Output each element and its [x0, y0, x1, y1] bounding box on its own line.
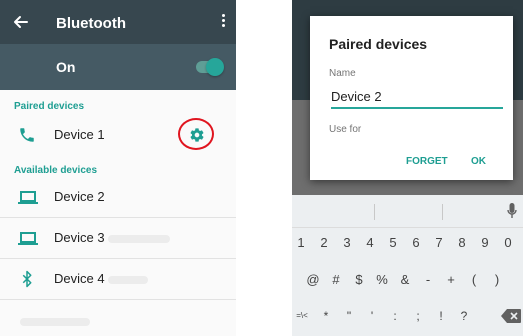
key[interactable]: %	[371, 265, 393, 295]
backspace-icon[interactable]	[501, 309, 521, 328]
key[interactable]: &	[394, 265, 416, 295]
key[interactable]: 5	[382, 228, 404, 258]
key[interactable]: )	[486, 265, 508, 295]
paired-devices-header: Paired devices	[14, 101, 85, 112]
key[interactable]: 2	[313, 228, 335, 258]
switch-knob	[206, 58, 224, 76]
key[interactable]: ;	[407, 301, 429, 331]
key[interactable]: 3	[336, 228, 358, 258]
available-devices-header: Available devices	[14, 165, 98, 176]
key[interactable]: $	[348, 265, 370, 295]
redacted-text	[108, 276, 148, 284]
key[interactable]: #	[325, 265, 347, 295]
divider	[0, 258, 236, 259]
available-device-row[interactable]: Device 3	[0, 219, 236, 257]
device-name-field[interactable]: Device 2	[331, 89, 503, 109]
bluetooth-toggle-bar[interactable]: On	[0, 44, 236, 90]
key[interactable]: 6	[405, 228, 427, 258]
use-for-label: Use for	[329, 124, 362, 135]
key[interactable]: ?	[453, 301, 475, 331]
divider	[0, 217, 236, 218]
key[interactable]: '	[361, 301, 383, 331]
key[interactable]: (	[463, 265, 485, 295]
gear-icon	[190, 128, 204, 142]
laptop-icon	[18, 188, 38, 206]
bluetooth-settings-screen: Bluetooth On Paired devices Device 1 Ava…	[0, 0, 236, 336]
keyboard: 1 2 3 4 5 6 7 8 9 0 @ # $ % & - + ( ) =\…	[292, 195, 523, 336]
available-device-row[interactable]: Device 4	[0, 260, 236, 298]
laptop-icon	[18, 229, 38, 247]
page-title: Bluetooth	[56, 15, 126, 32]
device-name: Device 1	[54, 127, 105, 142]
keyboard-row-symbols: @ # $ % & - + ( )	[292, 265, 523, 295]
device-name: Device 2	[54, 189, 105, 204]
key[interactable]: 1	[292, 228, 312, 258]
key[interactable]: "	[338, 301, 360, 331]
redacted-text	[108, 235, 170, 243]
key[interactable]: -	[417, 265, 439, 295]
key[interactable]: 4	[359, 228, 381, 258]
key[interactable]: @	[302, 265, 324, 295]
key[interactable]: :	[384, 301, 406, 331]
key[interactable]: +	[440, 265, 462, 295]
key[interactable]: 9	[474, 228, 496, 258]
name-label: Name	[329, 68, 356, 79]
bluetooth-icon	[18, 270, 38, 288]
divider	[442, 204, 443, 220]
mic-icon[interactable]	[507, 203, 517, 224]
redacted-text	[20, 318, 90, 326]
key[interactable]: 7	[428, 228, 450, 258]
more-vert-icon[interactable]	[220, 14, 226, 30]
device-name: Device 4	[54, 271, 105, 286]
key[interactable]: 0	[497, 228, 519, 258]
device-settings-button[interactable]	[178, 118, 214, 150]
paired-device-dialog: Paired devices Name Device 2 Use for FOR…	[310, 16, 513, 180]
bluetooth-switch[interactable]	[196, 58, 224, 76]
divider	[374, 204, 375, 220]
ok-button[interactable]: OK	[471, 156, 486, 167]
suggestion-strip	[292, 195, 523, 228]
arrow-left-icon[interactable]	[10, 11, 32, 33]
key[interactable]: !	[430, 301, 452, 331]
dialog-title: Paired devices	[329, 36, 428, 52]
phone-icon	[18, 126, 38, 144]
forget-button[interactable]: FORGET	[406, 156, 448, 167]
available-device-row[interactable]: Device 2	[0, 178, 236, 216]
keyboard-row-symbols-2: =\< * " ' : ; ! ?	[292, 301, 523, 331]
rename-device-screen: Paired devices Name Device 2 Use for FOR…	[292, 0, 523, 336]
divider	[0, 299, 236, 300]
key[interactable]: =\<	[292, 301, 313, 331]
device-name: Device 3	[54, 230, 105, 245]
toolbar: Bluetooth	[0, 0, 236, 44]
key[interactable]: 8	[451, 228, 473, 258]
key[interactable]: *	[315, 301, 337, 331]
keyboard-row-numbers: 1 2 3 4 5 6 7 8 9 0	[292, 228, 523, 258]
toggle-label: On	[56, 59, 76, 75]
